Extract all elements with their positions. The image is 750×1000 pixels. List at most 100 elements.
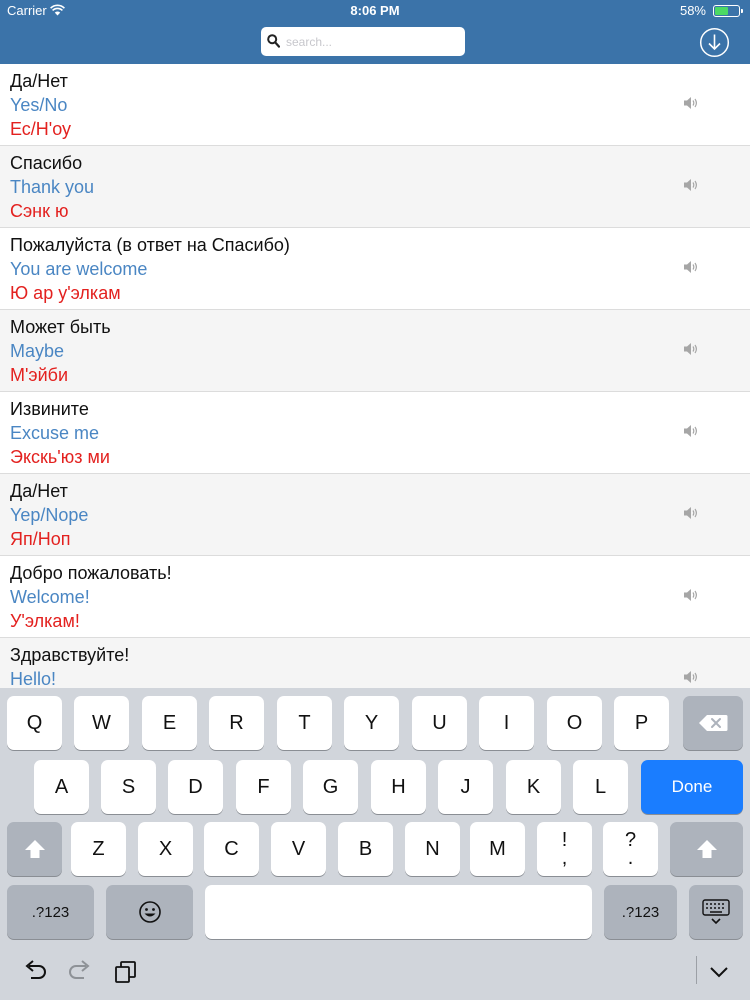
english-text: Hello! [10, 669, 57, 688]
key-f[interactable]: F [236, 760, 291, 814]
pronunciation-text: Ю ар у'элкам [10, 283, 121, 303]
speaker-icon[interactable] [683, 260, 699, 274]
pronunciation-text: Ес/Н'оу [10, 119, 72, 139]
pronunciation-text: Сэнк ю [10, 201, 69, 221]
russian-text: Извините [10, 399, 89, 419]
keyboard-shortcut-bar [0, 944, 750, 1000]
phrase-row[interactable]: Добро пожаловать! Welcome! У'элкам! [0, 556, 750, 638]
undo-icon[interactable] [22, 960, 48, 984]
space-bar[interactable] [205, 885, 592, 939]
key-z[interactable]: Z [71, 822, 126, 876]
key-i[interactable]: I [479, 696, 534, 750]
key-d[interactable]: D [168, 760, 223, 814]
phrase-list[interactable]: Да/Нет Yes/No Ес/Н'оу Спасибо Thank you … [0, 64, 750, 688]
english-text: Yes/No [10, 95, 68, 115]
search-input[interactable] [286, 31, 458, 52]
phrase-row[interactable]: Может быть Maybe М'эйби [0, 310, 750, 392]
shift-key-right[interactable] [670, 822, 743, 876]
key-bottom-char: . [627, 847, 634, 869]
english-text: Welcome! [10, 587, 90, 607]
pronunciation-text: У'элкам! [10, 611, 80, 631]
key-m[interactable]: M [470, 822, 525, 876]
key-q[interactable]: Q [7, 696, 62, 750]
key-e[interactable]: E [142, 696, 197, 750]
key-j[interactable]: J [438, 760, 493, 814]
key-u[interactable]: U [412, 696, 467, 750]
pronunciation-text: Яп/Ноп [10, 529, 71, 549]
key-l[interactable]: L [573, 760, 628, 814]
phrase-row[interactable]: Да/Нет Yes/No Ес/Н'оу [0, 64, 750, 146]
done-key[interactable]: Done [641, 760, 743, 814]
search-bar[interactable] [261, 27, 465, 56]
russian-text: Добро пожаловать! [10, 563, 172, 583]
status-bar: Carrier 8:06 PM 58% [0, 0, 750, 22]
speaker-icon[interactable] [683, 342, 699, 356]
russian-text: Спасибо [10, 153, 83, 173]
numbers-key-right[interactable]: .?123 [604, 885, 677, 939]
chevron-down-icon[interactable] [706, 960, 732, 984]
key-r[interactable]: R [209, 696, 264, 750]
clock: 8:06 PM [350, 3, 400, 18]
key-exclamation-comma[interactable]: ! , [537, 822, 592, 876]
key-k[interactable]: K [506, 760, 561, 814]
russian-text: Может быть [10, 317, 111, 337]
russian-text: Здравствуйте! [10, 645, 130, 665]
hide-keyboard-key[interactable] [689, 885, 743, 939]
speaker-icon[interactable] [683, 506, 699, 520]
russian-text: Да/Нет [10, 481, 68, 501]
phrase-row[interactable]: Пожалуйста (в ответ на Спасибо) You are … [0, 228, 750, 310]
key-question-period[interactable]: ? . [603, 822, 658, 876]
phrase-row[interactable]: Здравствуйте! Hello! [0, 638, 750, 688]
key-h[interactable]: H [371, 760, 426, 814]
key-t[interactable]: T [277, 696, 332, 750]
search-icon [267, 34, 280, 48]
numbers-key-left[interactable]: .?123 [7, 885, 94, 939]
key-b[interactable]: B [338, 822, 393, 876]
shift-key-left[interactable] [7, 822, 62, 876]
backspace-key[interactable] [683, 696, 743, 750]
emoji-key[interactable] [106, 885, 193, 939]
shift-icon [24, 840, 45, 858]
english-text: Maybe [10, 341, 65, 361]
redo-icon[interactable] [67, 960, 93, 984]
key-w[interactable]: W [74, 696, 129, 750]
keyboard-hide-icon [702, 899, 730, 925]
speaker-icon[interactable] [683, 96, 699, 110]
navigation-bar: Carrier 8:06 PM 58% [0, 0, 750, 64]
russian-text: Да/Нет [10, 71, 68, 91]
key-n[interactable]: N [405, 822, 460, 876]
battery-percent: 58% [679, 3, 706, 18]
speaker-icon[interactable] [683, 178, 699, 192]
speaker-icon[interactable] [683, 588, 699, 602]
key-p[interactable]: P [614, 696, 669, 750]
english-text: Excuse me [10, 423, 100, 443]
english-text: You are welcome [10, 259, 148, 279]
download-button[interactable] [699, 27, 730, 58]
battery-level [715, 7, 729, 15]
on-screen-keyboard: Q W E R T Y U I O P A S D F G H J K L Do… [0, 688, 750, 1000]
english-text: Yep/Nope [10, 505, 89, 525]
phrase-row[interactable]: Спасибо Thank you Сэнк ю [0, 146, 750, 228]
battery-icon [713, 5, 743, 17]
key-x[interactable]: X [138, 822, 193, 876]
key-g[interactable]: G [303, 760, 358, 814]
toolbar-divider [696, 956, 697, 984]
key-c[interactable]: C [204, 822, 259, 876]
emoji-icon [138, 901, 161, 923]
key-s[interactable]: S [101, 760, 156, 814]
paste-icon[interactable] [113, 960, 139, 984]
russian-text: Пожалуйста (в ответ на Спасибо) [10, 235, 290, 255]
key-bottom-char: , [561, 847, 568, 869]
key-o[interactable]: O [547, 696, 602, 750]
speaker-icon[interactable] [683, 424, 699, 438]
phrase-row[interactable]: Извините Excuse me Экскь'юз ми [0, 392, 750, 474]
pronunciation-text: М'эйби [10, 365, 69, 385]
key-v[interactable]: V [271, 822, 326, 876]
shift-icon [696, 840, 717, 858]
key-a[interactable]: A [34, 760, 89, 814]
pronunciation-text: Экскь'юз ми [10, 447, 110, 467]
phrase-row[interactable]: Да/Нет Yep/Nope Яп/Ноп [0, 474, 750, 556]
speaker-icon[interactable] [683, 670, 699, 684]
key-y[interactable]: Y [344, 696, 399, 750]
english-text: Thank you [10, 177, 95, 197]
